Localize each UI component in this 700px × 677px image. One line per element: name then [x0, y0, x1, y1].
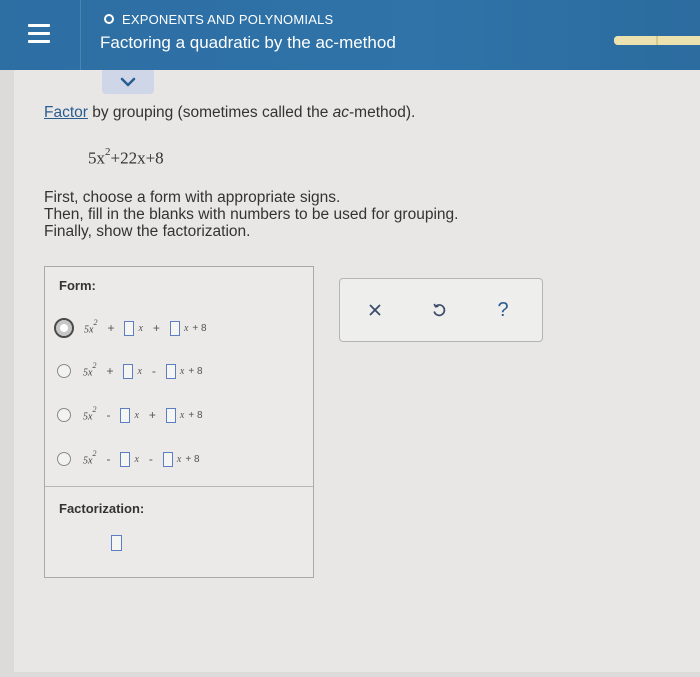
option-3-var: x [134, 409, 139, 421]
option-4-var-2: x [176, 453, 182, 465]
option-4-op1: - [106, 452, 111, 466]
factorization-label: Factorization: [59, 501, 145, 516]
menu-icon[interactable] [28, 24, 54, 46]
form-option-4[interactable]: 5x2 - x - x + 8 [57, 447, 200, 471]
quadratic-expression: 5x2+22x+8 [88, 146, 164, 169]
topic-circle-icon [104, 14, 114, 24]
option-3-term: 5x2 [83, 404, 97, 423]
option-3-const: + 8 [188, 409, 203, 421]
step-instructions: First, choose a form with appropriate si… [44, 189, 458, 240]
help-button[interactable]: ? [490, 297, 516, 323]
option-2-var-2: x [179, 365, 185, 377]
form-divider [45, 486, 313, 487]
option-2-blank-2[interactable] [165, 363, 176, 379]
expand-toggle[interactable] [102, 70, 154, 94]
option-3-blank-1[interactable] [120, 407, 131, 423]
instruction-italic: ac [332, 104, 349, 121]
header-bar: EXPONENTS AND POLYNOMIALS Factoring a qu… [0, 0, 700, 70]
chevron-down-icon [120, 77, 136, 87]
progress-tick [656, 36, 658, 45]
option-2-term: 5x2 [83, 360, 97, 379]
radio-option-4[interactable] [57, 452, 71, 466]
option-1-op1: + [107, 321, 115, 335]
help-icon: ? [497, 298, 509, 321]
step-3: Finally, show the factorization. [44, 223, 251, 240]
option-1-term: 5x2 [84, 317, 98, 336]
radio-option-2[interactable] [57, 364, 71, 378]
instruction-part-2: -method). [349, 104, 416, 121]
clear-button[interactable] [362, 297, 388, 323]
undo-icon [433, 303, 446, 317]
radio-option-3[interactable] [57, 408, 71, 422]
expr-lead: 5x [88, 148, 105, 168]
step-1: First, choose a form with appropriate si… [44, 189, 341, 206]
close-icon [369, 304, 381, 316]
step-2: Then, fill in the blanks with numbers to… [44, 206, 459, 223]
form-panel: Form: 5x2 + x + x + 8 5x2 + x - x + 8 5x… [44, 266, 314, 578]
tool-panel: ? [339, 278, 543, 342]
option-1-op2: + [152, 321, 160, 335]
option-4-var: x [134, 453, 139, 465]
instruction-text: Factor by grouping (sometimes called the… [44, 104, 415, 122]
topic-row: EXPONENTS AND POLYNOMIALS [104, 10, 333, 28]
option-2-op1: + [106, 364, 114, 378]
topic-label: EXPONENTS AND POLYNOMIALS [122, 11, 334, 27]
option-3-var-2: x [179, 409, 185, 421]
expr-rest: +22x+8 [110, 148, 164, 168]
option-3-blank-2[interactable] [165, 407, 176, 423]
option-4-blank-2[interactable] [162, 451, 173, 467]
expr-exponent: 2 [105, 146, 111, 158]
form-option-3[interactable]: 5x2 - x + x + 8 [57, 403, 203, 427]
option-4-term: 5x2 [83, 448, 97, 467]
option-4-op2: - [148, 452, 153, 466]
option-1-blank-1[interactable] [124, 320, 135, 336]
option-2-const: + 8 [188, 365, 203, 377]
option-1-var-2: x [183, 322, 189, 334]
form-option-1[interactable]: 5x2 + x + x + 8 [54, 316, 207, 340]
option-4-const: + 8 [185, 453, 200, 465]
option-2-op2: - [151, 364, 156, 378]
progress-bar [614, 36, 700, 45]
instruction-part-1: by grouping (sometimes called the [87, 104, 333, 121]
option-2-var: x [137, 365, 142, 377]
option-4-blank-1[interactable] [120, 451, 131, 467]
radio-option-1[interactable] [54, 318, 74, 338]
option-1-blank-2[interactable] [169, 320, 180, 336]
undo-button[interactable] [426, 297, 452, 323]
option-2-blank-1[interactable] [123, 363, 134, 379]
factor-link[interactable]: Factor [44, 104, 88, 121]
page-title: Factoring a quadratic by the ac-method [100, 33, 396, 52]
factorization-input[interactable] [111, 535, 122, 551]
form-label: Form: [59, 278, 96, 293]
form-option-2[interactable]: 5x2 + x - x + 8 [57, 359, 203, 383]
option-1-var: x [138, 322, 143, 334]
header-divider [80, 0, 81, 70]
option-3-op1: - [106, 408, 111, 422]
option-3-op2: + [148, 408, 156, 422]
option-1-const: + 8 [192, 322, 207, 334]
